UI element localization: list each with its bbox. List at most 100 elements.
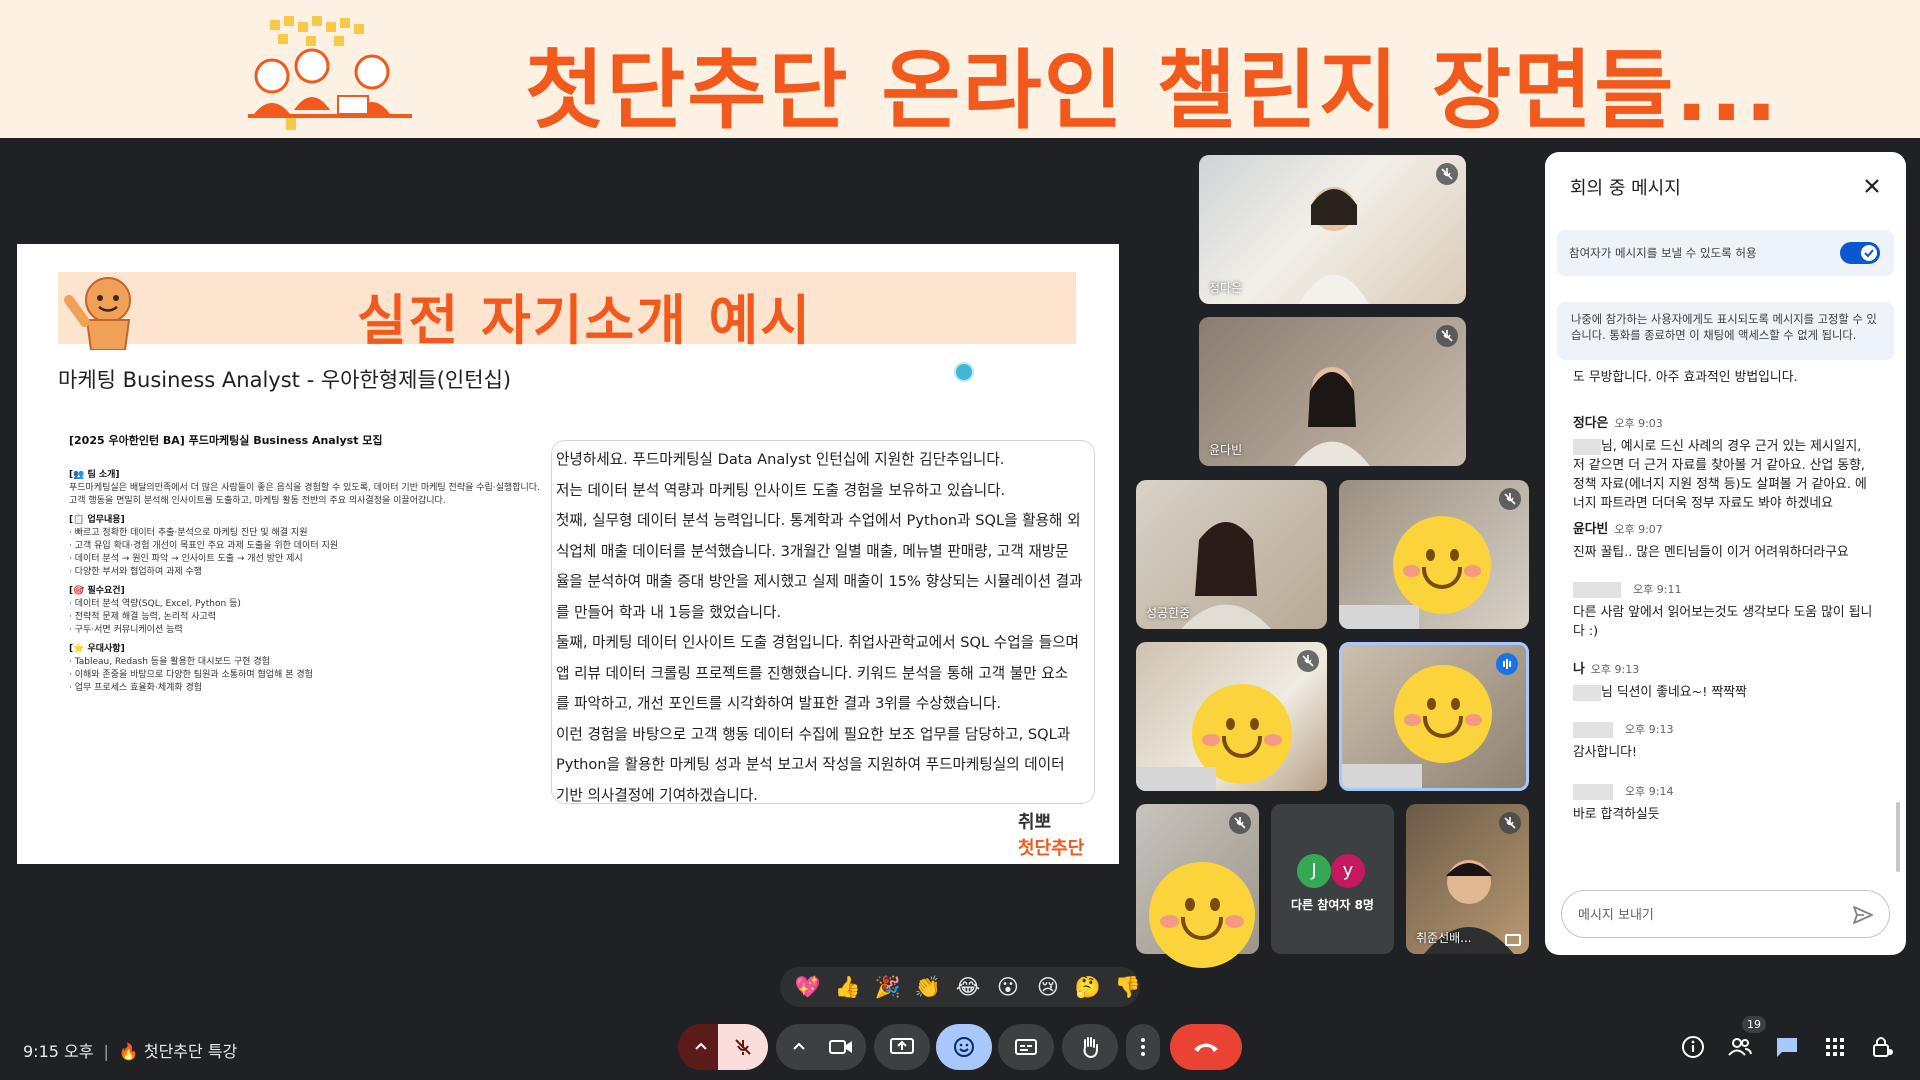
reaction-surprised[interactable]: 😮 <box>994 973 1022 1001</box>
chat-time: 오후 9:07 <box>1614 523 1663 536</box>
video-camera-icon <box>829 1040 852 1054</box>
redacted-sender <box>1573 581 1621 598</box>
chat-time: 오후 9:11 <box>1633 583 1682 596</box>
logo-line-2: 첫단추단 <box>1018 838 1085 859</box>
chat-message-text: 바로 합격하실듯 <box>1573 807 1660 822</box>
intro-line: 를 파악하고, 개선 포인트를 시각화하여 발표한 결과 3위를 수상했습니다. <box>556 695 1002 712</box>
camera-toggle-button[interactable] <box>816 1024 866 1070</box>
message-input[interactable] <box>1578 903 1838 927</box>
posting-line: 고객 행동을 면밀히 분석해 인사이트를 도출하고, 마케팅 활동 전반의 주요… <box>69 496 446 506</box>
mic-off-icon <box>1229 812 1251 834</box>
reaction-party[interactable]: 🎉 <box>874 973 902 1001</box>
allow-messages-setting: 참여자가 메시지를 보낼 수 있도록 허용 <box>1557 230 1894 276</box>
banner-title: 첫단추단 온라인 챌린지 장면들... <box>525 41 1780 141</box>
reactions-button[interactable] <box>936 1024 992 1070</box>
raise-hand-icon <box>1083 1037 1098 1059</box>
intro-line: 둘째, 마케팅 데이터 인사이트 도출 경험입니다. 취업사관학교에서 SQL … <box>556 634 1079 651</box>
intro-line: Python을 활용한 마케팅 성과 분석 보고서 작성을 지원하여 푸드마케팅… <box>556 756 1065 773</box>
chat-message-list[interactable]: 도 무방합니다. 아주 효과적인 방법입니다. 정다은 오후 9:03 님, 예시… <box>1545 362 1906 872</box>
captions-button[interactable] <box>998 1024 1054 1070</box>
other-participants-label: 다른 참여자 8명 <box>1291 898 1374 912</box>
chat-sender: 나 <box>1573 662 1585 677</box>
chat-message-text: 감사합니다! <box>1573 745 1637 760</box>
mic-toggle-button[interactable] <box>718 1024 768 1070</box>
other-participants-tile[interactable]: J y 다른 참여자 8명 <box>1271 804 1394 954</box>
speaking-indicator-icon <box>1496 653 1518 675</box>
chat-message-text: 님 딕션이 좋네요~! 짝짝짝 <box>1573 683 1873 702</box>
participant-tile[interactable]: 정다은 <box>1199 155 1466 304</box>
posting-line: · 업무 프로세스 효율화·체계화 경험 <box>69 683 203 693</box>
participant-name: 성공한중 <box>1146 606 1191 620</box>
apps-grid-icon <box>1826 1038 1844 1056</box>
send-icon[interactable] <box>1851 903 1875 927</box>
participant-tile[interactable] <box>1136 642 1327 791</box>
participant-video-icon <box>1299 187 1369 304</box>
mic-off-icon <box>1499 488 1521 510</box>
emoji-icon <box>954 1037 974 1057</box>
slide-subtitle: 마케팅 Business Analyst - 우아한형제들(인턴십) <box>58 368 512 392</box>
posting-line: · 데이터 분석 역량(SQL, Excel, Python 등) <box>69 599 241 609</box>
reaction-thumbs-up[interactable]: 👍 <box>834 973 862 1001</box>
raise-hand-button[interactable] <box>1062 1024 1118 1070</box>
mic-off-icon <box>1436 325 1458 347</box>
posting-section: [👥 팀 소개] 푸드마케팅실은 배달의민족에서 더 많은 사람들이 좋은 음식… <box>69 469 559 508</box>
chat-button[interactable] <box>1774 1034 1804 1064</box>
reaction-sad[interactable]: 😢 <box>1034 973 1062 1001</box>
captions-icon <box>1015 1039 1037 1055</box>
current-time: 9:15 오후 <box>23 1042 94 1061</box>
reaction-thumbs-down[interactable]: 👎 <box>1114 973 1142 1001</box>
chat-message: 나 오후 9:13 님 딕션이 좋네요~! 짝짝짝 <box>1573 660 1873 702</box>
close-icon[interactable] <box>1860 174 1884 198</box>
redacted-name <box>1573 684 1601 701</box>
chat-time: 오후 9:03 <box>1614 417 1663 430</box>
allow-messages-toggle[interactable] <box>1840 242 1880 264</box>
present-screen-icon <box>890 1038 914 1054</box>
posting-line: 푸드마케팅실은 배달의민족에서 더 많은 사람들이 좋은 음식을 경험할 수 있… <box>69 483 540 493</box>
host-controls-button[interactable] <box>1870 1034 1900 1064</box>
posting-section: [📋 업무내용] · 빠르고 정확한 데이터 추출·분석으로 마케팅 진단 및 … <box>69 514 559 579</box>
participant-name: 취준선배... <box>1416 931 1472 945</box>
meeting-info: 9:15 오후 | 🔥 첫단추단 특강 <box>23 1038 237 1062</box>
reaction-laugh[interactable]: 😂 <box>954 973 982 1001</box>
chat-message: 오후 9:11 다른 사람 앞에서 읽어보는것도 생각보다 도움 많이 됩니다 … <box>1573 580 1873 641</box>
participant-tile-speaking[interactable] <box>1339 642 1529 791</box>
chevron-up-icon <box>695 1042 707 1050</box>
participant-name: 정다은 <box>1209 281 1243 295</box>
chat-message-text: 다른 사람 앞에서 읽어보는것도 생각보다 도움 많이 됩니다 :) <box>1573 605 1873 639</box>
reaction-thinking[interactable]: 🤔 <box>1074 973 1102 1001</box>
smiley-face-icon <box>1394 665 1492 763</box>
activities-button[interactable] <box>1822 1034 1852 1064</box>
posting-line: · 구두·서면 커뮤니케이션 능력 <box>69 625 183 635</box>
posting-line: · Tableau, Redash 등을 활용한 대시보드 구현 경험 <box>69 657 270 667</box>
pip-icon <box>1505 934 1521 946</box>
chat-scrollbar[interactable] <box>1896 802 1900 872</box>
present-screen-button[interactable] <box>874 1024 930 1070</box>
reaction-clap[interactable]: 👏 <box>914 973 942 1001</box>
self-introduction-box: 안녕하세요. 푸드마케팅실 Data Analyst 인턴십에 지원한 김단추입… <box>551 440 1095 804</box>
chat-message: 정다은 오후 9:03 님, 예시로 드신 사례의 경우 근거 있는 제시일지, … <box>1573 414 1873 513</box>
more-options-button[interactable] <box>1126 1024 1160 1070</box>
chat-panel-title: 회의 중 메시지 <box>1570 178 1681 199</box>
logo-line-1: 취뽀 <box>1018 812 1052 833</box>
chat-message: 오후 9:14 바로 합격하실듯 <box>1573 782 1873 824</box>
participant-video-icon <box>1294 367 1370 466</box>
people-button[interactable] <box>1727 1034 1757 1064</box>
participant-tile[interactable]: 윤다빈 <box>1199 317 1466 466</box>
hang-up-icon <box>1194 1043 1218 1052</box>
reactions-bar: 💖 👍 🎉 👏 😂 😮 😢 🤔 👎 <box>780 967 1142 1007</box>
chat-message-body: 님 딕션이 좋네요~! 짝짝짝 <box>1601 685 1747 700</box>
people-icon <box>1728 1038 1752 1056</box>
smiley-face-icon <box>1393 516 1491 614</box>
slide-title: 실전 자기소개 예시 <box>357 289 813 352</box>
reaction-heart[interactable]: 💖 <box>794 973 822 1001</box>
presentation-slide: 실전 자기소개 예시 마케팅 Business Analyst - 우아한형제들… <box>17 244 1119 864</box>
leave-call-button[interactable] <box>1170 1024 1242 1070</box>
meeting-details-button[interactable] <box>1680 1034 1710 1064</box>
slide-logo: 취뽀 첫단추단 <box>1018 808 1108 860</box>
participant-tile[interactable]: 성공한중 <box>1136 480 1327 629</box>
hidden-participant-name <box>1136 767 1216 791</box>
participant-tile[interactable] <box>1339 480 1529 629</box>
participant-tile[interactable]: 취준선배... <box>1406 804 1529 954</box>
intro-line: 를 만들어 학과 내 1등을 했었습니다. <box>556 603 782 621</box>
intro-line: 안녕하세요. 푸드마케팅실 Data Analyst 인턴십에 지원한 김단추입… <box>556 451 1005 468</box>
